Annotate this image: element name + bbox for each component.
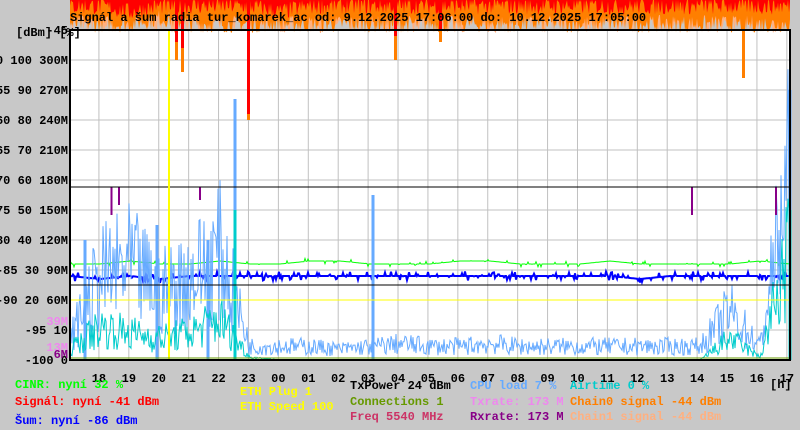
- y-tick-label: -55 90 270M: [0, 84, 68, 98]
- y-tick-label: -50 100 300M: [0, 54, 68, 68]
- y-rate-tick-label: 39M: [46, 315, 68, 329]
- legend-txrate: Txrate: 173 M: [470, 395, 564, 409]
- x-tick-label: 23: [241, 372, 255, 386]
- y-axis-label: [dBm] [%]: [16, 26, 81, 40]
- series-rxrate-dip: [691, 187, 693, 215]
- chart-root: -45-50 100 300M-55 90 270M-60 80 240M-65…: [0, 0, 800, 430]
- series-rxrate-dip: [199, 187, 201, 200]
- legend-txpower: TxPower 24 dBm: [350, 379, 451, 393]
- y-tick-label: -65 70 210M: [0, 144, 68, 158]
- legend-eth-speed: ETH Speed 100: [240, 400, 334, 414]
- x-tick-label: 01: [301, 372, 315, 386]
- y-tick-label: -85 30 90M: [0, 264, 68, 278]
- series-chain0-signal-dip: [742, 0, 745, 78]
- chart-title: Signál a šum radia tur_komarek_ac od: 9.…: [70, 11, 647, 25]
- x-tick-label: 14: [690, 372, 704, 386]
- x-axis-label: [h]: [770, 378, 792, 392]
- legend-cinr: CINR: nyní 32 %: [15, 378, 124, 392]
- series-rxrate-dip: [118, 187, 120, 205]
- legend-airtime: Airtime 0 %: [570, 379, 650, 393]
- x-tick-label: 19: [122, 372, 136, 386]
- legend-noise: Šum: nyní -86 dBm: [15, 414, 138, 428]
- legend-chain0: Chain0 signal -44 dBm: [570, 395, 722, 409]
- y-tick-label: -90 20 60M: [0, 294, 68, 308]
- legend-cpu: CPU load 7 %: [470, 379, 557, 393]
- x-tick-label: 15: [720, 372, 734, 386]
- legend-eth-plug: ETH Plug 1: [240, 385, 313, 399]
- x-tick-label: 21: [181, 372, 195, 386]
- x-tick-label: 02: [331, 372, 345, 386]
- y-rate-tick-label: 6M: [54, 348, 68, 362]
- legend-chain1: Chain1 signal -44 dBm: [570, 410, 722, 424]
- legend-freq: Freq 5540 MHz: [350, 410, 444, 424]
- y-tick-label: -60 80 240M: [0, 114, 68, 128]
- x-tick-label: 00: [271, 372, 285, 386]
- x-tick-label: 20: [152, 372, 166, 386]
- x-tick-label: 06: [451, 372, 465, 386]
- plot-area: [70, 30, 790, 360]
- signal-noise-chart: -45-50 100 300M-55 90 270M-60 80 240M-65…: [0, 0, 794, 386]
- y-tick-label: -80 40 120M: [0, 234, 68, 248]
- series-rxrate-dip: [110, 187, 113, 215]
- x-tick-label: 22: [211, 372, 225, 386]
- x-tick-label: 13: [660, 372, 674, 386]
- legend-rxrate: Rxrate: 173 M: [470, 410, 564, 424]
- series-rxrate-dip: [775, 187, 777, 215]
- y-tick-label: -70 60 180M: [0, 174, 68, 188]
- y-tick-label: -75 50 150M: [0, 204, 68, 218]
- legend-connections: Connections 1: [350, 395, 444, 409]
- legend-signal: Signál: nyní -41 dBm: [15, 395, 160, 409]
- x-tick-label: 16: [750, 372, 764, 386]
